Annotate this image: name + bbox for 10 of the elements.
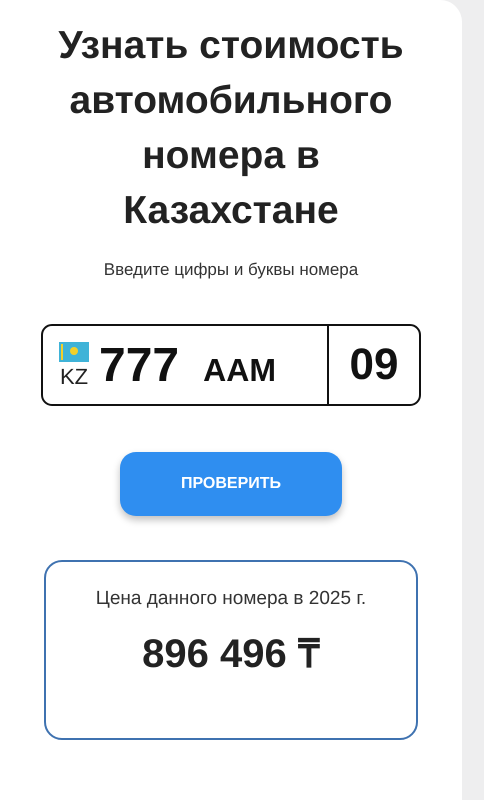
price-value: 896 496 ₸ bbox=[142, 631, 320, 678]
price-label: Цена данного номера в 2025 г. bbox=[94, 587, 368, 611]
country-code: KZ bbox=[60, 366, 88, 388]
plate-letters: AAM bbox=[203, 352, 276, 388]
flag-icon bbox=[59, 342, 89, 362]
plate-region: 09 bbox=[348, 340, 400, 390]
page-title: Узнать стоимость автомобильного номера в Казахстане bbox=[57, 23, 405, 234]
instruction-text: Введите цифры и буквы номера bbox=[104, 260, 358, 280]
check-button[interactable]: ПРОВЕРИТЬ bbox=[120, 452, 342, 516]
plate-digits: 777 bbox=[99, 338, 180, 392]
